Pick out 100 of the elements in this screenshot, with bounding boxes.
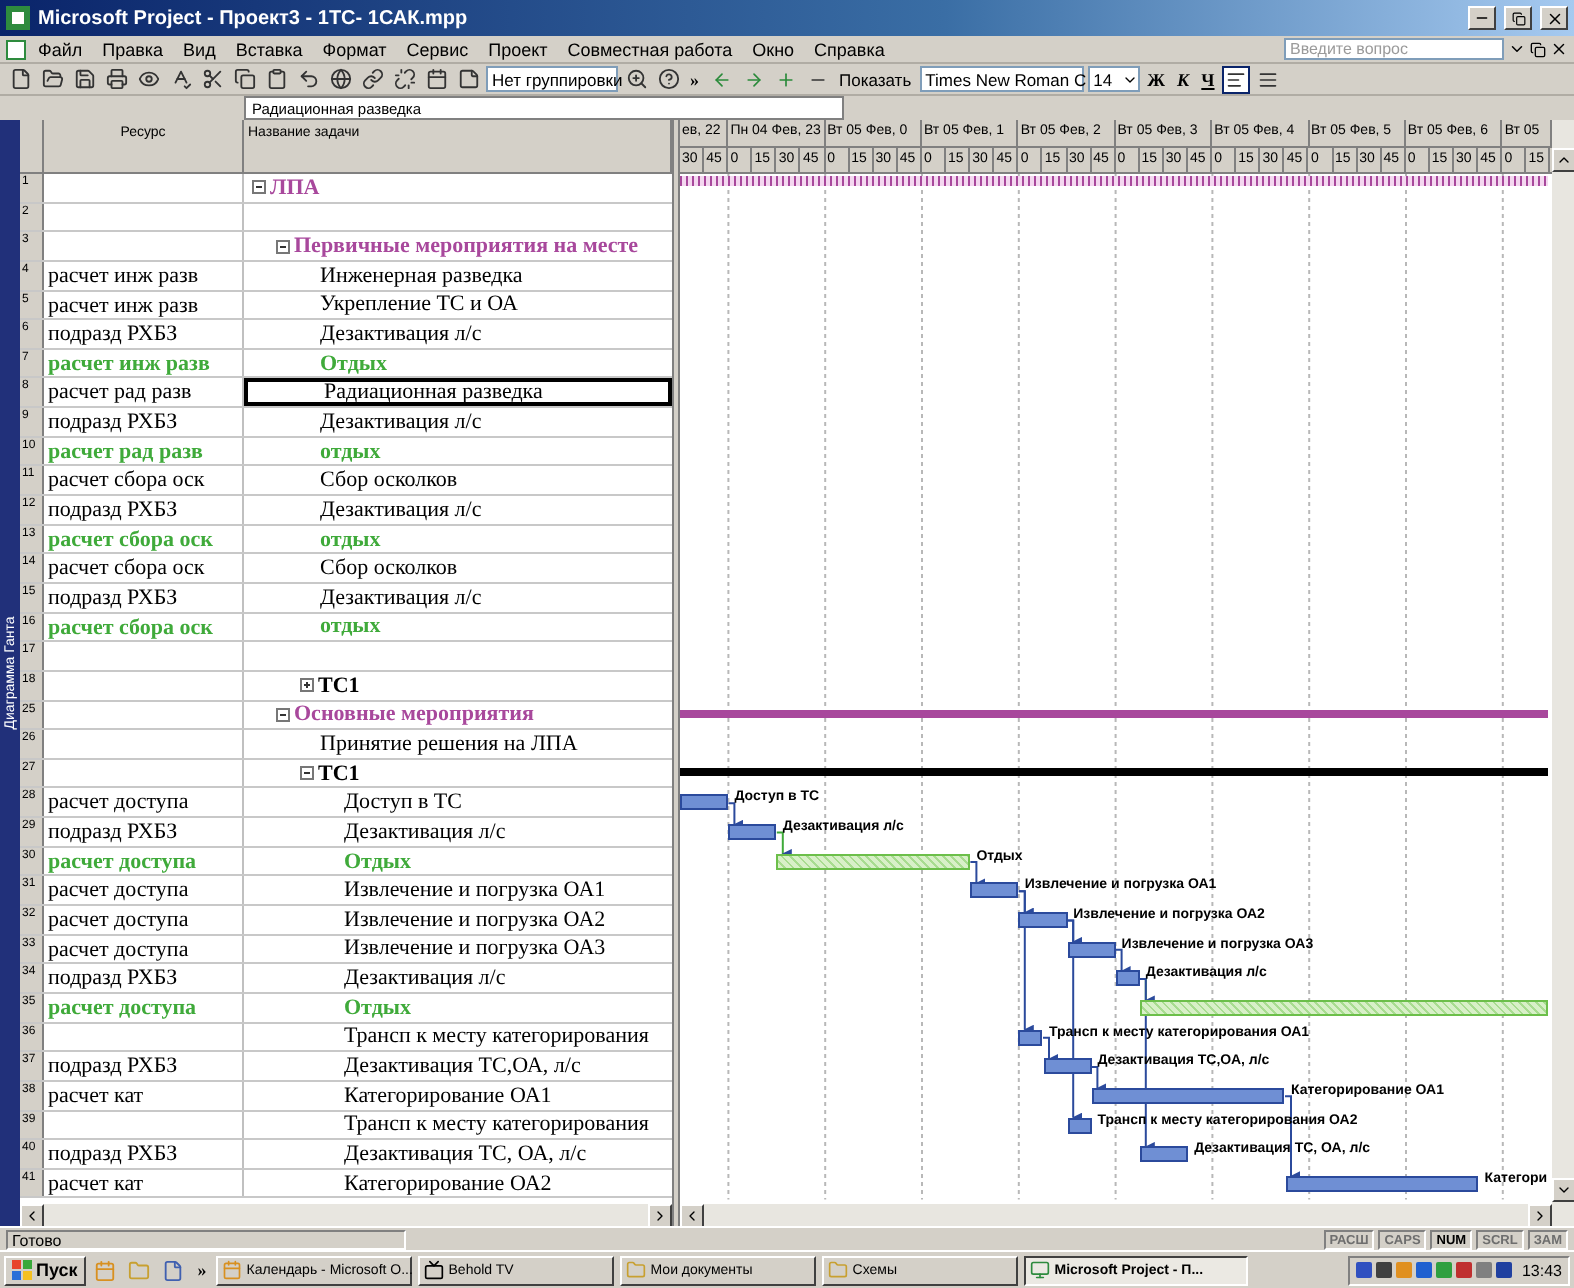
zoom-in-icon[interactable] — [622, 65, 650, 93]
task-bar[interactable] — [680, 794, 729, 811]
task-bar[interactable] — [1115, 970, 1140, 987]
table-cell: ТС1 — [318, 761, 360, 786]
unlink-icon[interactable] — [390, 65, 418, 93]
scroll-right-button[interactable] — [1528, 1204, 1552, 1226]
close-button[interactable] — [1540, 6, 1568, 30]
help-icon[interactable] — [654, 65, 682, 93]
table-cell: расчет рад разв — [48, 380, 192, 405]
task-bar[interactable] — [1139, 1146, 1189, 1163]
menu-item[interactable]: Проект — [480, 39, 556, 59]
vertical-scrollbar[interactable] — [1552, 120, 1574, 1226]
task-bar[interactable] — [1067, 941, 1116, 958]
table-cell: подразд РХБЗ — [48, 820, 178, 845]
table-cell: Дезактивация ТС,ОА, л/с — [344, 1054, 581, 1079]
task-bar[interactable] — [1285, 1175, 1479, 1192]
more-tools-button[interactable]: » — [686, 69, 703, 89]
show-button[interactable]: Показать — [835, 69, 916, 89]
status-text: Готово — [6, 1229, 406, 1249]
expand-icon[interactable] — [300, 678, 314, 693]
align-left-icon[interactable] — [1222, 65, 1251, 93]
more-button[interactable]: » — [193, 1260, 211, 1280]
table-cell: расчет сбора оск — [48, 527, 213, 552]
table-cell: расчет рад разв — [48, 439, 203, 464]
table-cell: Дезактивация л/с — [320, 497, 482, 522]
table-cell: Сбор осколков — [320, 468, 458, 493]
horizontal-scrollbar[interactable] — [680, 1202, 1552, 1226]
scroll-down-button[interactable] — [1552, 1178, 1574, 1202]
task-bar[interactable] — [1067, 1117, 1092, 1133]
restore-icon[interactable] — [1530, 41, 1546, 57]
font-dropdown[interactable]: Times New Roman C — [919, 66, 1084, 92]
menu-item[interactable]: Правка — [94, 39, 172, 59]
print-icon[interactable] — [102, 65, 130, 93]
table-cell: отдых — [320, 527, 381, 551]
table-cell: подразд РХБЗ — [48, 585, 178, 610]
scroll-left-button[interactable] — [20, 1204, 44, 1228]
table-cell: ТС1 — [318, 673, 360, 698]
table-cell: Дезактивация л/с — [320, 409, 482, 434]
menu-item[interactable]: Файл — [30, 39, 91, 59]
summary-bar[interactable] — [680, 767, 1548, 776]
table-cell: Дезактивация ТС, ОА, л/с — [344, 1141, 587, 1166]
task-bar[interactable] — [1018, 1029, 1043, 1046]
table-cell: Основные мероприятия — [294, 702, 534, 727]
task-bar[interactable] — [1043, 1058, 1092, 1075]
tv-icon — [424, 1260, 445, 1280]
chevron-left-icon — [24, 1208, 40, 1224]
menu-item[interactable]: Сервис — [398, 39, 477, 59]
italic-button[interactable]: К — [1173, 69, 1194, 89]
font-size-dropdown[interactable]: 14 — [1087, 66, 1140, 92]
chevron-right-icon — [1532, 1208, 1548, 1224]
task-bar[interactable] — [1091, 1087, 1285, 1104]
globe-icon[interactable] — [326, 65, 354, 93]
horizontal-scrollbar[interactable] — [20, 1202, 672, 1226]
menu-item[interactable]: Вставка — [227, 39, 311, 59]
menu-item[interactable]: Справка — [806, 39, 893, 59]
menu-item[interactable]: Формат — [314, 39, 395, 59]
start-button[interactable]: Пуск — [4, 1255, 86, 1285]
maximize-button[interactable] — [1504, 6, 1532, 30]
open-folder-icon[interactable] — [38, 65, 66, 93]
table-cell: отдых — [320, 614, 381, 639]
cut-icon[interactable] — [198, 65, 226, 93]
chevron-left-icon — [684, 1208, 700, 1224]
table-cell: подразд РХБЗ — [48, 410, 178, 435]
collapse-icon[interactable] — [300, 766, 314, 781]
table-cell: Категорирование ОА1 — [344, 1083, 552, 1108]
table-cell: подразд РХБЗ — [48, 966, 178, 991]
task-bar[interactable] — [970, 882, 1019, 899]
menu-item[interactable]: Совместная работа — [559, 39, 741, 59]
menu-item[interactable]: Вид — [175, 39, 224, 59]
scroll-up-button[interactable] — [1552, 148, 1574, 172]
help-search-field[interactable]: Введите вопрос — [1284, 38, 1504, 60]
underline-button[interactable]: Ч — [1197, 69, 1219, 89]
bold-button[interactable]: Ж — [1143, 69, 1170, 89]
table-cell: расчет инж разв — [48, 351, 210, 376]
document-icon[interactable] — [6, 39, 26, 59]
note-icon[interactable] — [454, 65, 482, 93]
table-cell: Категорирование ОА2 — [344, 1171, 552, 1196]
table-cell: Трансп к месту категорирования — [344, 1112, 649, 1137]
task-bar[interactable] — [1018, 912, 1068, 929]
minimize-button[interactable] — [1468, 6, 1496, 30]
scroll-right-button[interactable] — [648, 1204, 672, 1228]
copy-icon[interactable] — [230, 65, 258, 93]
calendar-icon — [222, 1260, 243, 1280]
calendar-icon[interactable] — [422, 65, 450, 93]
scroll-left-button[interactable] — [680, 1204, 704, 1226]
table-cell: расчет доступа — [48, 995, 197, 1020]
link-icon[interactable] — [358, 65, 386, 93]
table-cell: расчет инж разв — [48, 263, 199, 288]
collapse-icon[interactable] — [252, 180, 266, 195]
table-cell: Извлечение и погрузка ОА2 — [344, 907, 606, 932]
table-cell: отдых — [320, 439, 381, 464]
task-bar[interactable] — [728, 824, 777, 841]
close-icon[interactable] — [1550, 40, 1568, 58]
collapse-icon[interactable] — [276, 707, 290, 722]
menu-item[interactable]: Окно — [744, 39, 803, 59]
save-icon[interactable] — [70, 65, 98, 93]
table-cell: расчет сбора оск — [48, 468, 205, 493]
collapse-icon[interactable] — [276, 239, 290, 254]
grouping-dropdown[interactable]: Нет группировки — [486, 66, 618, 92]
table-cell: Отдых — [320, 351, 387, 376]
